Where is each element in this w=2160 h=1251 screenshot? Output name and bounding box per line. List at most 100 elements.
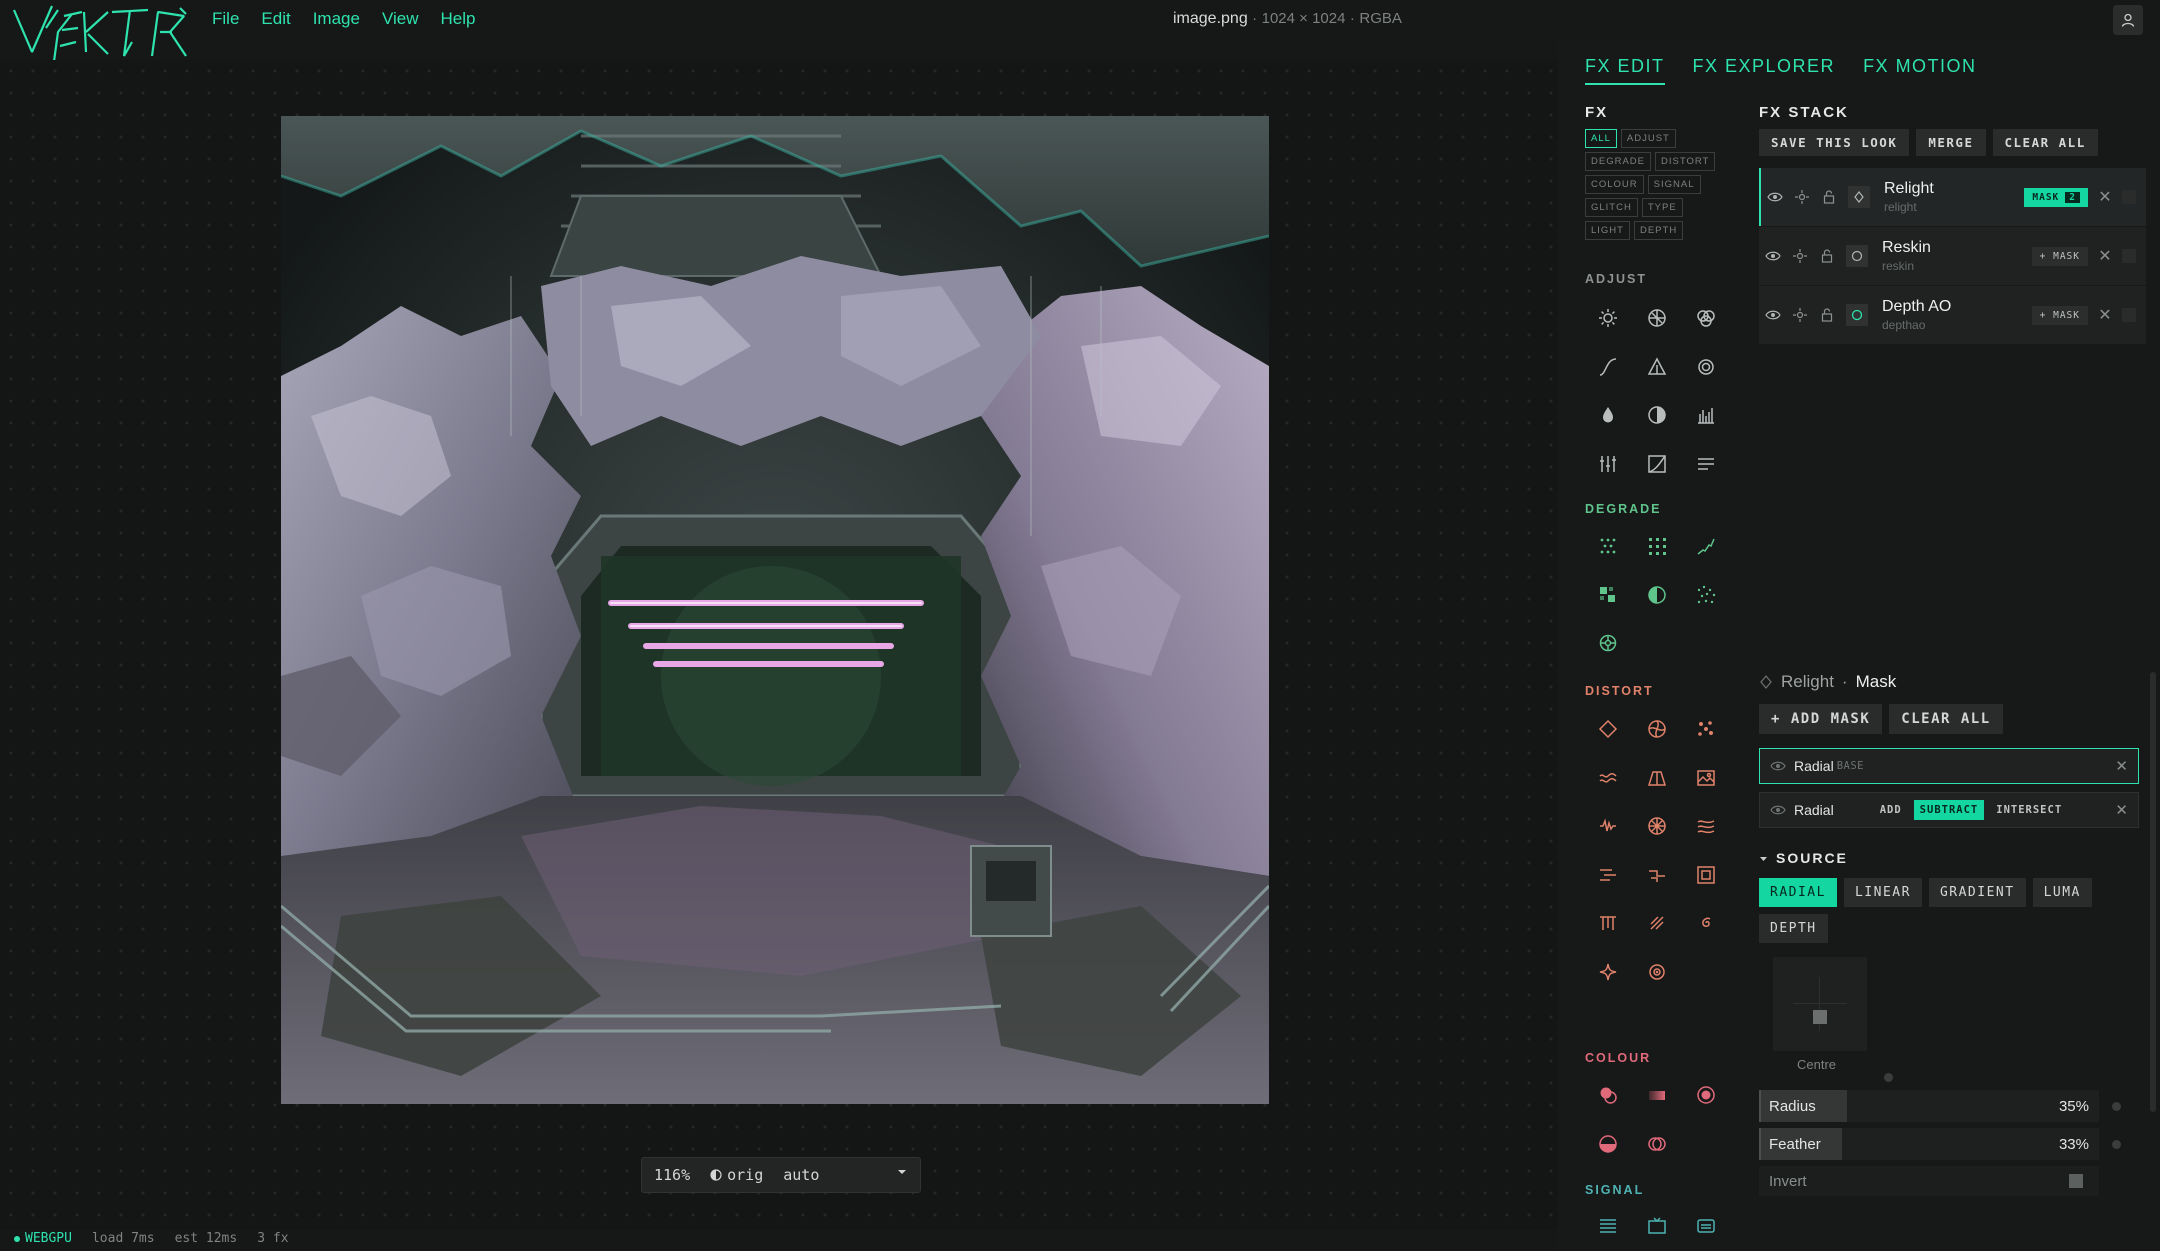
source-gradient[interactable]: GRADIENT	[1928, 878, 2026, 907]
filter-depth[interactable]: DEPTH	[1633, 221, 1684, 240]
menu-file[interactable]: File	[212, 9, 239, 29]
centre-handle[interactable]	[1813, 1010, 1827, 1024]
filter-glitch[interactable]: GLITCH	[1585, 198, 1638, 217]
filter-light[interactable]: LIGHT	[1585, 221, 1630, 240]
fx-slice[interactable]	[1632, 851, 1681, 899]
visibility-toggle[interactable]	[1759, 248, 1786, 264]
compare-original-toggle[interactable]: orig	[710, 1166, 763, 1184]
fx-shift[interactable]	[1583, 851, 1632, 899]
invert-checkbox[interactable]	[2069, 1174, 2083, 1188]
fx-jitter[interactable]	[1583, 802, 1632, 850]
fx-pixelate[interactable]	[1583, 571, 1632, 619]
fx-layer-relight[interactable]: Relight relight MASK 2 ✕	[1759, 168, 2146, 226]
fx-scatter[interactable]	[1681, 705, 1730, 753]
filter-colour[interactable]: COLOUR	[1585, 175, 1644, 194]
fx-halftone[interactable]	[1632, 571, 1681, 619]
remove-layer-button[interactable]: ✕	[2096, 246, 2114, 266]
fx-vignette[interactable]	[1681, 343, 1730, 391]
solo-toggle[interactable]	[1786, 307, 1813, 323]
add-mask-button[interactable]: + MASK	[2031, 305, 2088, 325]
fx-tint[interactable]	[1681, 1071, 1730, 1119]
save-look-button[interactable]: SAVE THIS LOOK	[1759, 129, 1910, 156]
filter-all[interactable]: ALL	[1585, 129, 1617, 148]
op-subtract[interactable]: SUBTRACT	[1913, 800, 1985, 820]
lock-toggle[interactable]	[1815, 189, 1842, 205]
filter-type[interactable]: TYPE	[1641, 198, 1683, 217]
source-depth[interactable]: DEPTH	[1759, 914, 1828, 943]
fx-columns[interactable]	[1583, 899, 1632, 947]
fx-dither[interactable]	[1632, 522, 1681, 570]
fx-histogram[interactable]	[1681, 391, 1730, 439]
menu-help[interactable]: Help	[441, 9, 476, 29]
centre-xy-pad[interactable]	[1773, 957, 1867, 1051]
user-button[interactable]	[2113, 5, 2143, 35]
fx-duotone[interactable]	[1632, 1120, 1681, 1168]
filter-distort[interactable]: DISTORT	[1654, 152, 1716, 171]
fx-grain[interactable]	[1681, 571, 1730, 619]
zoom-mode-select[interactable]: auto	[783, 1166, 920, 1184]
op-intersect[interactable]: INTERSECT	[1990, 800, 2068, 820]
layer-select-checkbox[interactable]	[2122, 308, 2136, 322]
visibility-toggle[interactable]	[1761, 189, 1788, 205]
remove-layer-button[interactable]: ✕	[2096, 187, 2114, 207]
fx-crt[interactable]	[1632, 1202, 1681, 1250]
fx-vhs[interactable]	[1681, 1202, 1730, 1250]
add-mask-button[interactable]: + MASK	[2031, 246, 2088, 266]
mask-visibility-toggle[interactable]	[1770, 802, 1786, 818]
remove-mask-button[interactable]: ✕	[2115, 801, 2128, 819]
remove-layer-button[interactable]: ✕	[2096, 305, 2114, 325]
panel-scrollbar[interactable]	[2150, 672, 2156, 1112]
filter-signal[interactable]: SIGNAL	[1647, 175, 1701, 194]
fx-threshold[interactable]	[1681, 440, 1730, 488]
invert-row[interactable]: Invert	[1759, 1166, 2099, 1196]
filter-degrade[interactable]: DEGRADE	[1585, 152, 1651, 171]
fx-gamma[interactable]	[1632, 440, 1681, 488]
fx-twirl[interactable]	[1632, 705, 1681, 753]
feather-slider[interactable]: Feather 33%	[1759, 1128, 2121, 1160]
source-luma[interactable]: LUMA	[2032, 878, 2092, 907]
fx-hue-shift[interactable]	[1583, 1071, 1632, 1119]
fx-noise[interactable]	[1583, 522, 1632, 570]
fx-displace[interactable]	[1681, 754, 1730, 802]
mask-item-base[interactable]: Radial BASE ✕	[1759, 748, 2139, 784]
mask-button[interactable]: MASK 2	[2024, 187, 2088, 207]
solo-toggle[interactable]	[1786, 248, 1813, 264]
feather-keyframe-dot[interactable]	[2112, 1140, 2121, 1149]
remove-mask-button[interactable]: ✕	[2115, 757, 2128, 775]
fx-scratches[interactable]	[1681, 522, 1730, 570]
fx-exposure[interactable]	[1632, 294, 1681, 342]
clear-masks-button[interactable]: CLEAR ALL	[1889, 704, 2003, 734]
radius-keyframe-dot[interactable]	[2112, 1102, 2121, 1111]
fx-frame[interactable]	[1681, 851, 1730, 899]
centre-keyframe-dot[interactable]	[1884, 1073, 1893, 1082]
fx-colour-balance[interactable]	[1681, 294, 1730, 342]
fx-perspective[interactable]	[1632, 754, 1681, 802]
fx-compression[interactable]	[1583, 619, 1632, 667]
fx-saturation[interactable]	[1583, 391, 1632, 439]
fx-contrast[interactable]	[1632, 391, 1681, 439]
source-radial[interactable]: RADIAL	[1759, 878, 1837, 907]
op-add[interactable]: ADD	[1874, 800, 1908, 820]
lock-toggle[interactable]	[1813, 307, 1840, 323]
add-mask-button[interactable]: + ADD MASK	[1759, 704, 1883, 734]
fx-mixer[interactable]	[1583, 440, 1632, 488]
image-canvas[interactable]	[281, 116, 1269, 1104]
solo-toggle[interactable]	[1788, 189, 1815, 205]
mask-item[interactable]: Radial ADD SUBTRACT INTERSECT ✕	[1759, 792, 2139, 828]
merge-button[interactable]: MERGE	[1916, 129, 1986, 156]
menu-edit[interactable]: Edit	[261, 9, 290, 29]
lock-toggle[interactable]	[1813, 248, 1840, 264]
fx-split-tone[interactable]	[1583, 1120, 1632, 1168]
fx-levels[interactable]	[1632, 343, 1681, 391]
menu-image[interactable]: Image	[313, 9, 360, 29]
menu-view[interactable]: View	[382, 9, 419, 29]
fx-bulge[interactable]	[1632, 948, 1681, 996]
fx-layer-reskin[interactable]: Reskin reskin + MASK ✕	[1759, 227, 2146, 285]
fx-wave[interactable]	[1583, 754, 1632, 802]
clear-all-button[interactable]: CLEAR ALL	[1992, 129, 2098, 156]
layer-select-checkbox[interactable]	[2122, 190, 2136, 204]
fx-warp[interactable]	[1583, 705, 1632, 753]
zoom-level[interactable]: 116%	[654, 1166, 690, 1184]
source-linear[interactable]: LINEAR	[1843, 878, 1922, 907]
tab-fx-motion[interactable]: FX MOTION	[1863, 56, 1977, 85]
